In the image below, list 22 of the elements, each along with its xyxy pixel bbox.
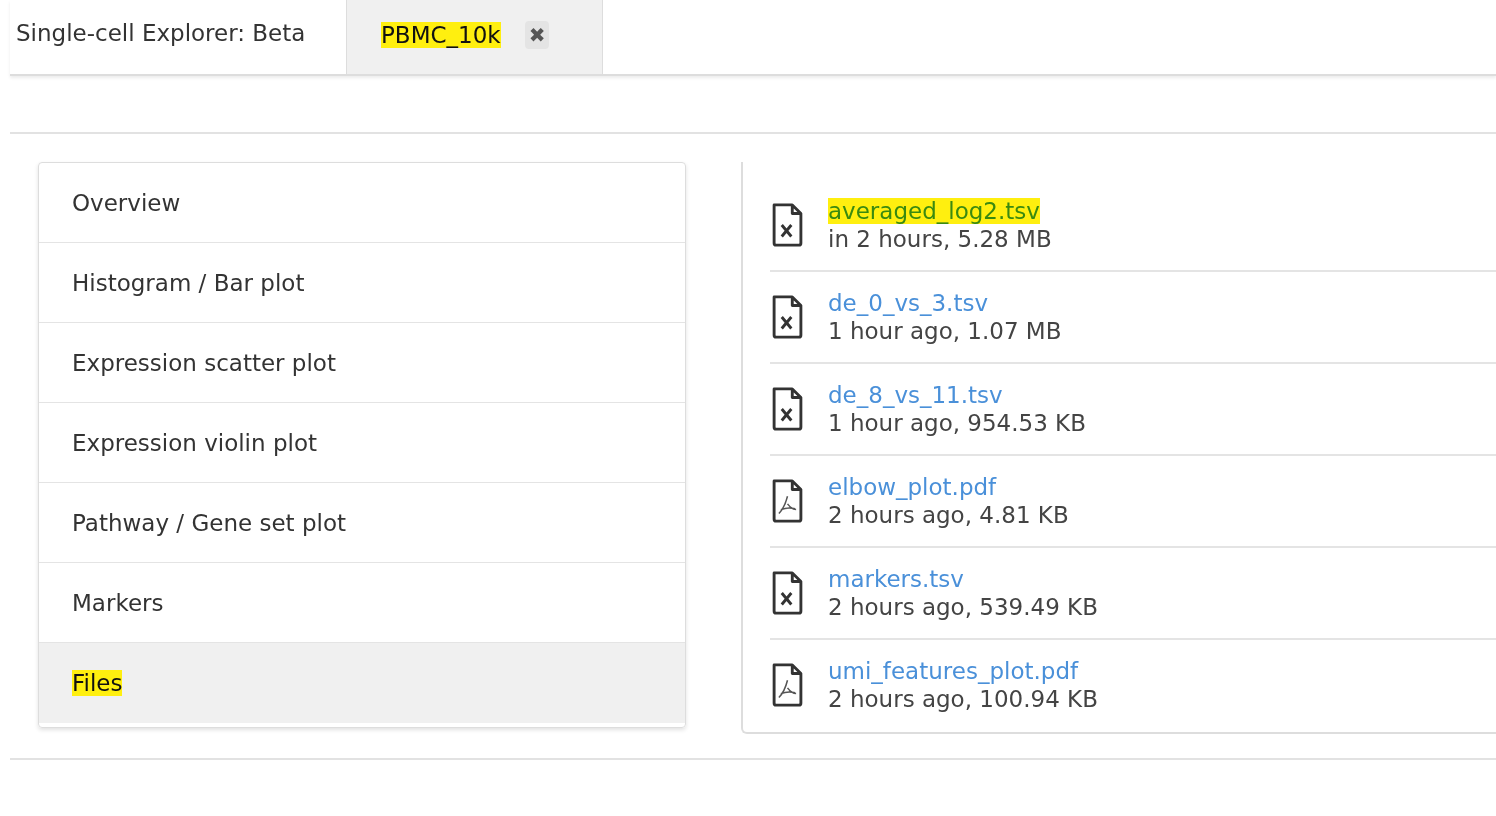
- menu-item[interactable]: Histogram / Bar plot: [39, 243, 685, 323]
- tab[interactable]: PBMC_10k ✖: [346, 0, 603, 74]
- file-info: 2 hours ago, 100.94 KB: [828, 686, 1098, 712]
- pdf-file-icon: [771, 479, 804, 523]
- menu-item[interactable]: Files: [39, 643, 685, 723]
- file-info: 1 hour ago, 954.53 KB: [828, 410, 1086, 436]
- menu-item[interactable]: Expression violin plot: [39, 403, 685, 483]
- menu-item[interactable]: Expression scatter plot: [39, 323, 685, 403]
- file-link[interactable]: averaged_log2.tsv: [828, 198, 1040, 224]
- file-info: 2 hours ago, 4.81 KB: [828, 502, 1069, 528]
- menu-item[interactable]: Overview: [39, 163, 685, 243]
- close-button[interactable]: ✖: [524, 21, 550, 49]
- file-info: 1 hour ago, 1.07 MB: [828, 318, 1062, 344]
- spreadsheet-file-icon: [771, 203, 804, 247]
- spreadsheet-file-icon: [771, 387, 804, 431]
- app-title: Single-cell Explorer: Beta: [15, 19, 307, 48]
- pdf-file-icon: [771, 663, 804, 707]
- spreadsheet-file-icon: [771, 295, 804, 339]
- file-info: 2 hours ago, 539.49 KB: [828, 594, 1098, 620]
- file-info: in 2 hours, 5.28 MB: [828, 226, 1052, 252]
- spreadsheet-file-icon: [771, 571, 804, 615]
- menu-item[interactable]: Pathway / Gene set plot: [39, 483, 685, 563]
